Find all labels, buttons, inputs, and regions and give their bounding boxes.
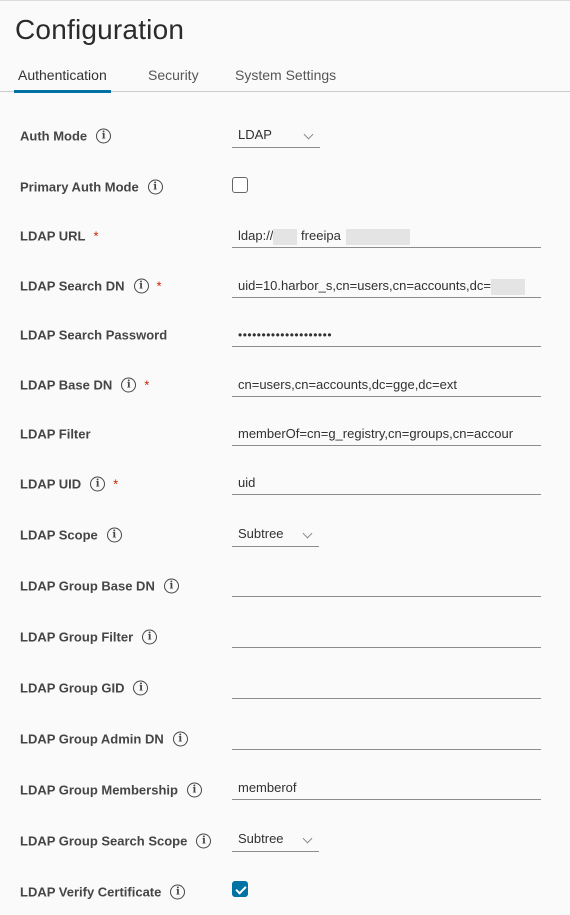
top-border <box>0 0 570 1</box>
tab-authentication[interactable]: Authentication <box>14 67 111 93</box>
ldap-search-password-input[interactable]: •••••••••••••••••••• <box>232 325 541 347</box>
page-title: Configuration <box>15 14 185 45</box>
ldap-group-filter-input[interactable] <box>232 626 541 648</box>
ldap-uid-label: LDAP UID <box>20 476 82 492</box>
info-icon[interactable]: i <box>121 377 137 393</box>
row-ldap-group-gid: LDAP Group GID i <box>0 673 570 703</box>
row-ldap-group-base-dn: LDAP Group Base DN i <box>0 571 570 601</box>
chevron-down-icon <box>303 129 314 140</box>
ldap-uid-input[interactable]: uid <box>232 473 541 495</box>
info-icon[interactable]: i <box>106 527 122 543</box>
ldap-group-gid-label: LDAP Group GID <box>20 680 125 696</box>
auth-mode-select[interactable]: LDAP <box>232 124 320 148</box>
row-ldap-group-membership: LDAP Group Membership i memberof <box>0 775 570 805</box>
ldap-base-dn-label: LDAP Base DN <box>20 377 113 393</box>
ldap-verify-certificate-label: LDAP Verify Certificate <box>20 884 162 900</box>
row-ldap-verify-certificate: LDAP Verify Certificate i <box>0 877 570 907</box>
info-icon[interactable]: i <box>186 782 202 798</box>
ldap-scope-select[interactable]: Subtree <box>232 523 319 547</box>
ldap-scope-label: LDAP Scope <box>20 527 98 543</box>
tab-system-settings[interactable]: System Settings <box>235 67 336 92</box>
row-ldap-base-dn: LDAP Base DN i * cn=users,cn=accounts,dc… <box>0 370 570 400</box>
ldap-group-filter-label: LDAP Group Filter <box>20 629 134 645</box>
required-marker: * <box>93 228 99 244</box>
row-ldap-scope: LDAP Scope i Subtree <box>0 520 570 550</box>
primary-auth-mode-checkbox[interactable] <box>232 177 248 193</box>
primary-auth-mode-label: Primary Auth Mode <box>20 179 139 195</box>
redacted-block <box>490 278 525 295</box>
ldap-group-membership-input[interactable]: memberof <box>232 778 541 800</box>
chevron-down-icon <box>302 528 313 539</box>
auth-mode-label: Auth Mode <box>20 128 88 144</box>
ldap-scope-value: Subtree <box>238 526 284 541</box>
ldap-filter-label: LDAP Filter <box>20 426 91 442</box>
ldap-filter-input[interactable]: memberOf=cn=g_registry,cn=groups,cn=acco… <box>232 424 541 446</box>
chevron-down-icon <box>302 833 313 844</box>
info-icon[interactable]: i <box>172 731 188 747</box>
ldap-url-input[interactable]: ldap:// freeipa <box>232 226 541 248</box>
row-ldap-url: LDAP URL * ldap:// freeipa <box>0 221 570 251</box>
info-icon[interactable]: i <box>133 278 149 294</box>
redacted-block <box>273 228 298 245</box>
ldap-url-prefix: ldap:// <box>238 228 274 243</box>
info-icon[interactable]: i <box>96 128 112 144</box>
row-ldap-group-search-scope: LDAP Group Search Scope i Subtree <box>0 826 570 856</box>
ldap-group-membership-label: LDAP Group Membership <box>20 782 178 798</box>
row-ldap-search-dn: LDAP Search DN i * uid=10.harbor_s,cn=us… <box>0 271 570 301</box>
ldap-group-search-scope-label: LDAP Group Search Scope <box>20 833 188 849</box>
ldap-search-password-label: LDAP Search Password <box>20 327 168 343</box>
tab-bar: Authentication Security System Settings <box>0 62 570 93</box>
info-icon[interactable]: i <box>163 578 179 594</box>
ldap-group-base-dn-input[interactable] <box>232 575 541 597</box>
ldap-url-label: LDAP URL <box>20 228 86 244</box>
ldap-search-dn-value: uid=10.harbor_s,cn=users,cn=accounts,dc= <box>238 278 491 293</box>
info-icon[interactable]: i <box>142 629 158 645</box>
info-icon[interactable]: i <box>147 179 163 195</box>
ldap-group-search-scope-value: Subtree <box>238 831 284 846</box>
info-icon[interactable]: i <box>90 476 106 492</box>
ldap-group-admin-dn-label: LDAP Group Admin DN <box>20 731 164 747</box>
ldap-url-host: freeipa <box>301 228 341 243</box>
info-icon[interactable]: i <box>133 680 149 696</box>
ldap-search-dn-label: LDAP Search DN <box>20 278 125 294</box>
ldap-search-dn-input[interactable]: uid=10.harbor_s,cn=users,cn=accounts,dc= <box>232 276 541 298</box>
required-marker: * <box>156 278 162 294</box>
auth-mode-value: LDAP <box>238 127 272 142</box>
ldap-group-search-scope-select[interactable]: Subtree <box>232 828 319 852</box>
ldap-verify-certificate-checkbox[interactable] <box>232 881 248 897</box>
required-marker: * <box>144 377 150 393</box>
row-ldap-group-filter: LDAP Group Filter i <box>0 622 570 652</box>
redacted-block <box>346 228 411 245</box>
row-ldap-uid: LDAP UID i * uid <box>0 469 570 499</box>
row-auth-mode: Auth Mode i LDAP <box>0 121 570 151</box>
row-ldap-filter: LDAP Filter memberOf=cn=g_registry,cn=gr… <box>0 419 570 449</box>
info-icon[interactable]: i <box>170 884 186 900</box>
required-marker: * <box>113 476 119 492</box>
ldap-group-gid-input[interactable] <box>232 677 541 699</box>
ldap-group-base-dn-label: LDAP Group Base DN <box>20 578 155 594</box>
row-primary-auth-mode: Primary Auth Mode i <box>0 172 570 202</box>
ldap-group-admin-dn-input[interactable] <box>232 728 541 750</box>
ldap-base-dn-input[interactable]: cn=users,cn=accounts,dc=gge,dc=ext <box>232 375 541 397</box>
tab-security[interactable]: Security <box>148 67 199 92</box>
info-icon[interactable]: i <box>196 833 212 849</box>
row-ldap-search-password: LDAP Search Password •••••••••••••••••••… <box>0 320 570 350</box>
row-ldap-group-admin-dn: LDAP Group Admin DN i <box>0 724 570 754</box>
